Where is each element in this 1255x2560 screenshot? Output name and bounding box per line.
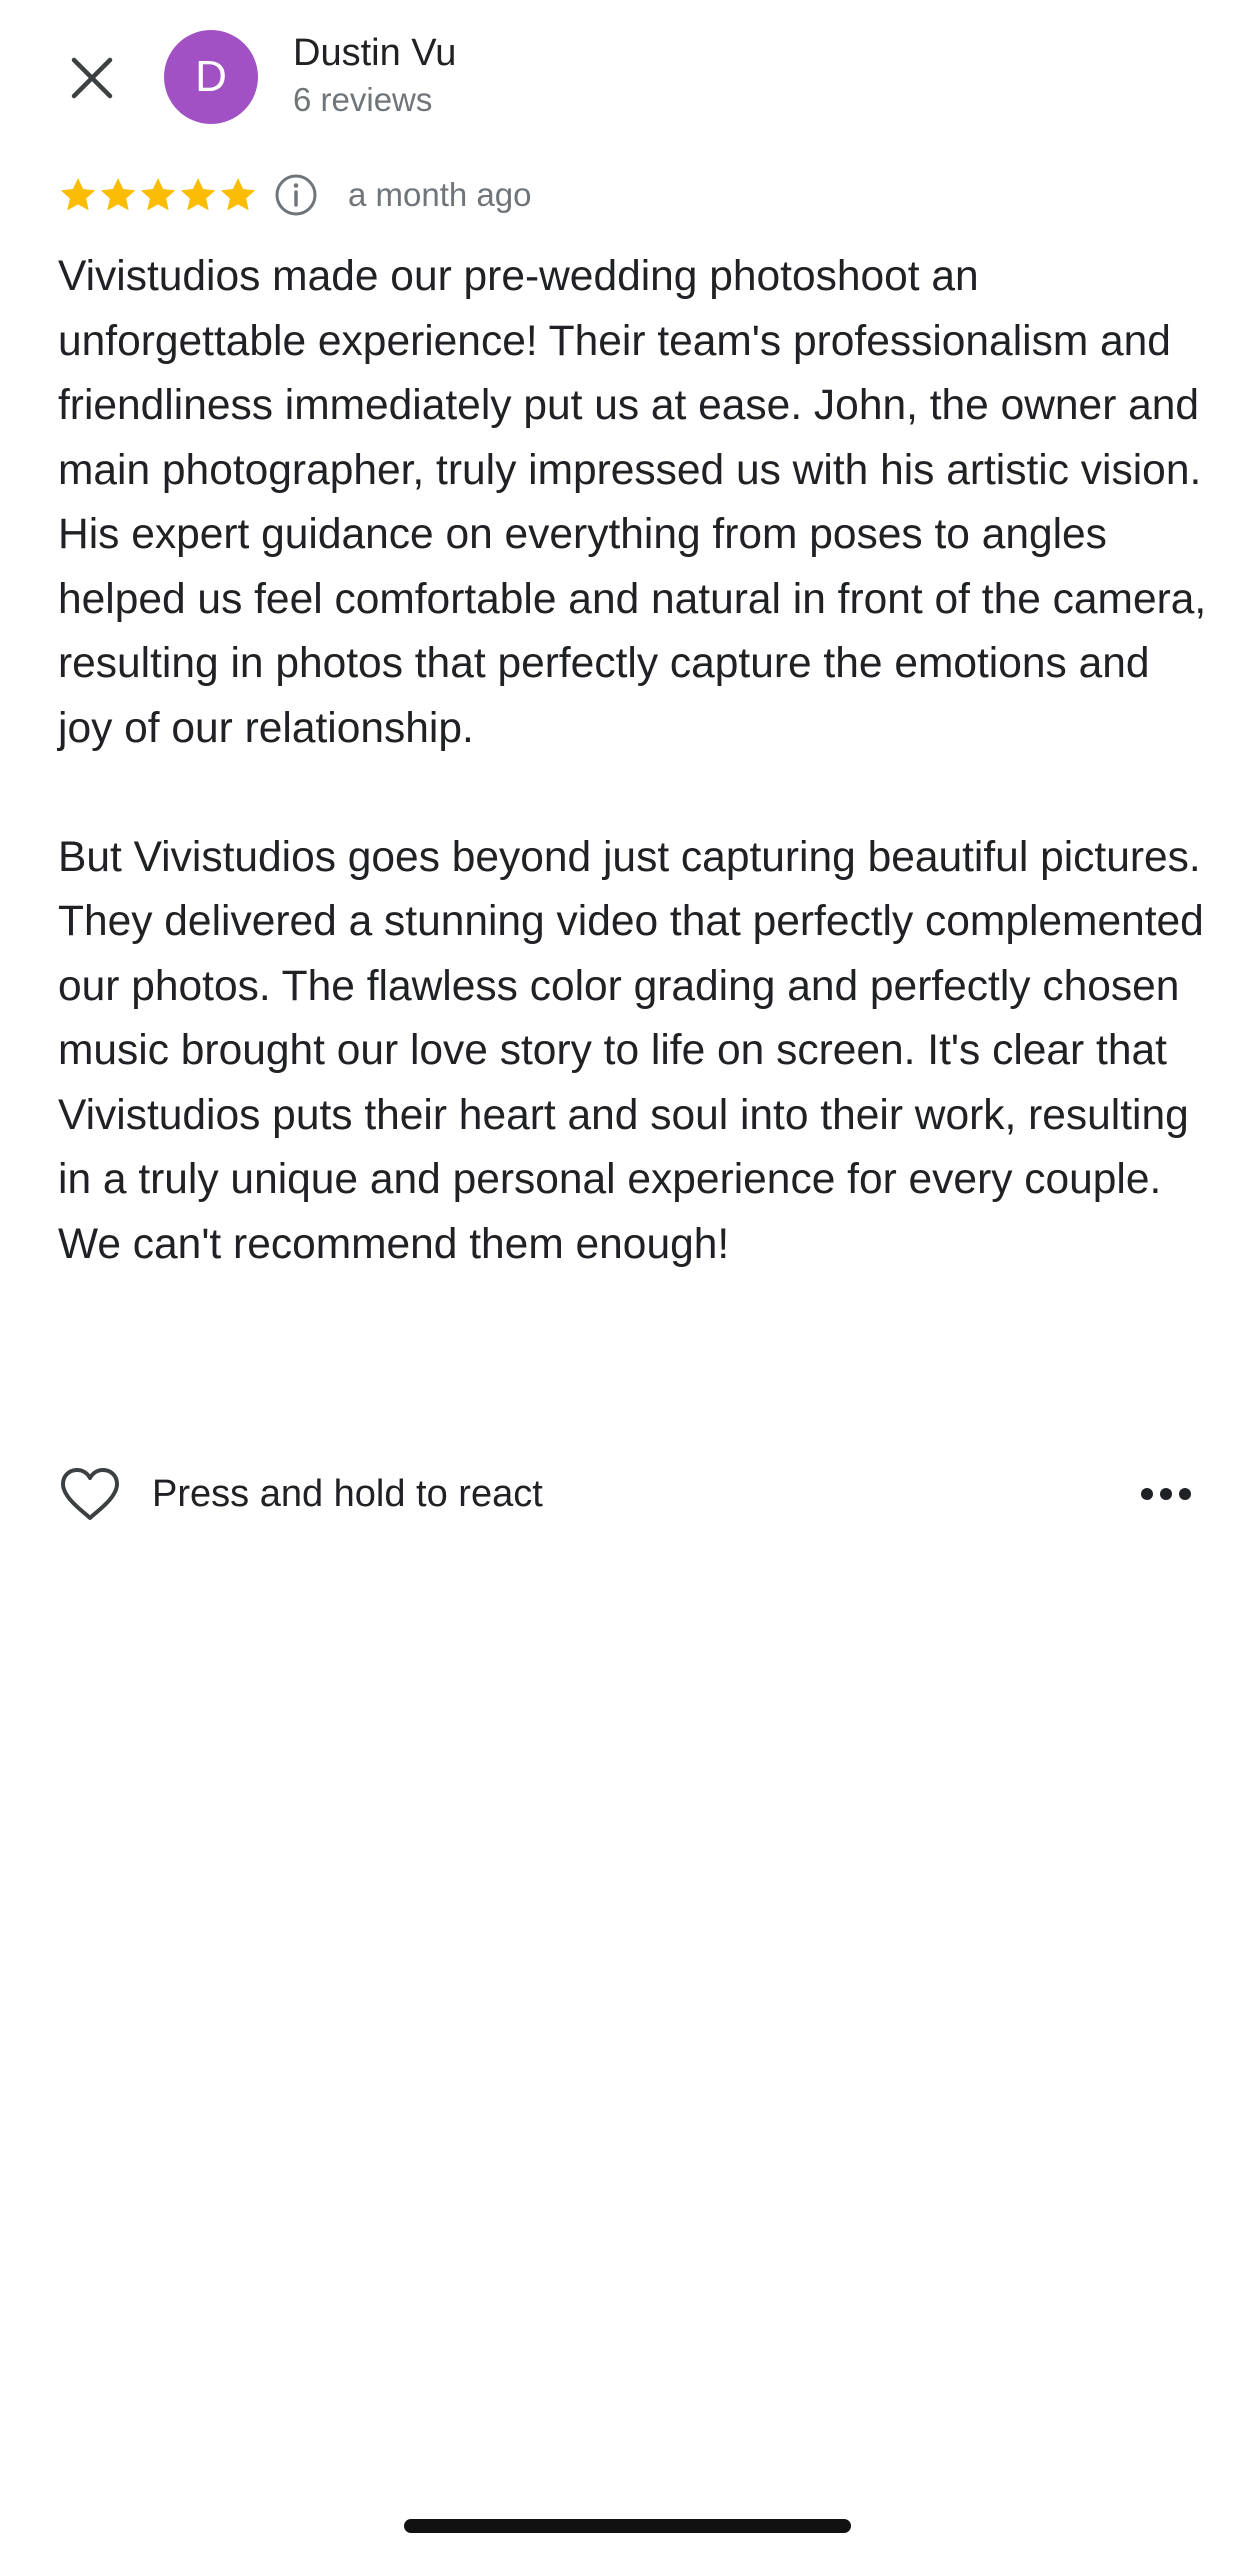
close-button[interactable] [60,46,124,110]
review-paragraph: Vivistudios made our pre-wedding photosh… [58,253,1225,752]
review-text: Vivistudios made our pre-wedding photosh… [58,245,1208,1277]
star-icon [100,178,136,211]
more-options-button[interactable] [1134,1462,1198,1526]
rating-row: a month ago [58,170,531,220]
star-icon [140,178,176,211]
star-icon [60,178,96,211]
star-icon [180,178,216,211]
avatar[interactable]: D [164,30,258,124]
home-indicator[interactable] [404,2519,851,2533]
react-label[interactable]: Press and hold to react [152,1473,543,1516]
info-icon[interactable] [274,173,318,217]
more-horizontal-icon [1141,1488,1191,1500]
star-icon [220,178,256,211]
review-date: a month ago [348,176,532,213]
reaction-bar: Press and hold to react [58,1462,1198,1526]
review-paragraph: But Vivistudios goes beyond just capturi… [58,833,1224,1268]
reviewer-name[interactable]: Dustin Vu [293,30,456,76]
close-icon [71,57,113,99]
reviewer-review-count: 6 reviews [293,81,433,118]
heart-icon [61,1468,119,1520]
react-button[interactable] [58,1462,122,1526]
review-header: D Dustin Vu 6 reviews [0,0,1255,150]
star-rating [58,175,258,215]
avatar-letter: D [195,52,227,101]
